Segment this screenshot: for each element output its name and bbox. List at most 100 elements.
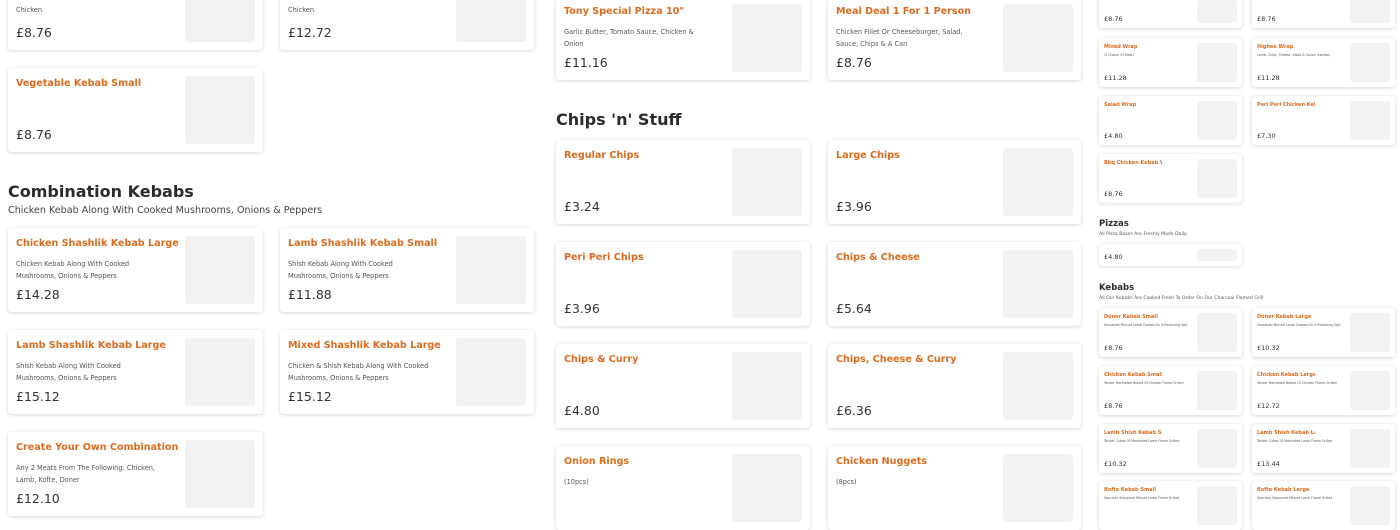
item-description: Any 2 Meats From The Following: Chicken,… bbox=[16, 464, 156, 484]
item-price: £7.30 bbox=[1257, 132, 1276, 140]
menu-item-card[interactable]: Mixed Wrap (2 Choice Of Meat) £11.28 bbox=[1099, 38, 1242, 87]
item-price: £11.28 bbox=[1257, 74, 1280, 82]
menu-item-card[interactable]: £4.80 bbox=[1099, 244, 1242, 266]
menu-item-card[interactable]: Chicken Kebab Small Tender Marinated Bre… bbox=[1099, 366, 1242, 415]
item-description: Tender Marinated Breast Of Chicken Flame… bbox=[1104, 381, 1184, 385]
item-price: £10.32 bbox=[1257, 344, 1280, 352]
item-title: Chips & Curry bbox=[564, 354, 639, 365]
item-price: £14.28 bbox=[16, 287, 60, 302]
menu-item-card[interactable]: Lamb Shish Kebab Small Tender Cubes Of M… bbox=[1099, 424, 1242, 473]
item-description: Chicken Fillet Or Cheeseburger, Salad, S… bbox=[836, 28, 963, 48]
item-title: Kofte Kebab Small bbox=[1104, 487, 1156, 493]
item-image-placeholder bbox=[185, 0, 255, 42]
item-title: Chicken Shashlik Kebab Large bbox=[16, 238, 179, 249]
item-price: £3.24 bbox=[564, 199, 600, 214]
item-price: £15.12 bbox=[288, 389, 332, 404]
item-description: (2 Choice Of Meat) bbox=[1104, 53, 1134, 57]
section-title-chips: Chips 'n' Stuff bbox=[556, 110, 682, 129]
menu-item-card[interactable]: Vegetable Kebab Small £8.76 bbox=[8, 68, 263, 152]
menu-item-card[interactable]: Lamb Shish Kebab Large Tender Cubes Of M… bbox=[1252, 424, 1395, 473]
item-image-placeholder bbox=[1197, 371, 1237, 410]
item-title: Kofte Kebab Large bbox=[1257, 487, 1310, 493]
menu-item-card[interactable]: Kofte Kebab Small Specially Seasoned Min… bbox=[1099, 481, 1242, 530]
menu-item-card[interactable]: £8.76 bbox=[1252, 0, 1395, 28]
item-image-placeholder bbox=[1350, 43, 1390, 82]
item-description: Specially Seasoned Minced Lamb Flame Gri… bbox=[1257, 496, 1333, 500]
menu-item-card[interactable]: £8.76 bbox=[1099, 0, 1242, 28]
item-description: Shish Kebab Along With Cooked Mushrooms,… bbox=[16, 362, 121, 382]
menu-item-card[interactable]: Peri Peri Chicken Kebab Wrap £7.30 bbox=[1252, 96, 1395, 145]
menu-item-card[interactable]: Doner Kebab Small Seasoned Minced Lamb C… bbox=[1099, 308, 1242, 357]
item-description: Seasoned Minced Lamb Cooked On A Revolvi… bbox=[1104, 323, 1188, 327]
menu-item-card[interactable]: Chicken Shashlik Kebab Large Chicken Keb… bbox=[8, 228, 263, 312]
menu-item-card[interactable]: Salad Wrap £4.80 bbox=[1099, 96, 1242, 145]
item-price: £8.76 bbox=[1104, 402, 1123, 410]
item-image-placeholder bbox=[1003, 352, 1073, 420]
section-subtitle: Chicken Kebab Along With Cooked Mushroom… bbox=[8, 205, 323, 216]
item-title: Lamb Shashlik Kebab Large bbox=[16, 340, 166, 351]
item-description: Tender Marinated Breast Of Chicken Flame… bbox=[1257, 381, 1337, 385]
item-description: Chicken & Shish Kebab Along With Cooked … bbox=[288, 362, 429, 382]
menu-item-card[interactable]: Chicken £8.76 bbox=[8, 0, 263, 50]
item-image-placeholder bbox=[1197, 0, 1237, 23]
item-price: £11.28 bbox=[1104, 74, 1127, 82]
item-image-placeholder bbox=[1350, 101, 1390, 140]
item-title: Bbq Chicken Kebab Wrap bbox=[1104, 160, 1162, 166]
item-price: £8.76 bbox=[1104, 190, 1123, 198]
item-title: Lamb Shish Kebab Small bbox=[1104, 430, 1162, 436]
section-title-combination-kebabs: Combination Kebabs bbox=[8, 182, 194, 201]
menu-item-card[interactable]: Large Chips £3.96 bbox=[828, 140, 1081, 224]
menu-item-card[interactable]: Chips & Cheese £5.64 bbox=[828, 242, 1081, 326]
item-image-placeholder bbox=[185, 338, 255, 406]
item-title: Regular Chips bbox=[564, 150, 640, 161]
item-price: £6.36 bbox=[836, 403, 872, 418]
item-image-placeholder bbox=[1197, 429, 1237, 468]
item-image-placeholder bbox=[185, 440, 255, 508]
menu-item-card[interactable]: Chips & Curry £4.80 bbox=[556, 344, 810, 428]
item-image-placeholder bbox=[732, 148, 802, 216]
item-description: Shish Kebab Along With Cooked Mushrooms,… bbox=[288, 260, 393, 280]
menu-item-card[interactable]: Chicken Kebab Large Tender Marinated Bre… bbox=[1252, 366, 1395, 415]
menu-item-card[interactable]: Regular Chips £3.24 bbox=[556, 140, 810, 224]
item-description: Specially Seasoned Minced Lamb Flame Gri… bbox=[1104, 496, 1180, 500]
menu-item-card[interactable]: Mixed Shashlik Kebab Large Chicken & Shi… bbox=[280, 330, 534, 414]
item-image-placeholder bbox=[456, 338, 526, 406]
item-image-placeholder bbox=[732, 4, 802, 72]
menu-item-card[interactable]: Tony Special Pizza 10" Garlic Butter, To… bbox=[556, 0, 810, 80]
menu-item-card[interactable]: Onion Rings (10pcs) bbox=[556, 446, 810, 530]
item-price: £12.10 bbox=[16, 491, 60, 506]
item-title: Onion Rings bbox=[564, 456, 630, 467]
item-image-placeholder bbox=[1003, 148, 1073, 216]
menu-item-card[interactable]: Kofte Kebab Large Specially Seasoned Min… bbox=[1252, 481, 1395, 530]
menu-item-card[interactable]: Lamb Shashlik Kebab Small Shish Kebab Al… bbox=[280, 228, 534, 312]
item-title: Mixed Wrap bbox=[1104, 44, 1138, 50]
menu-item-card[interactable]: Peri Peri Chips £3.96 bbox=[556, 242, 810, 326]
item-price: £8.76 bbox=[1104, 15, 1123, 23]
item-image-placeholder bbox=[1350, 429, 1390, 468]
item-price: £8.76 bbox=[1104, 344, 1123, 352]
menu-item-card[interactable]: Bbq Chicken Kebab Wrap £8.76 bbox=[1099, 154, 1242, 203]
item-title: Meal Deal 1 For 1 Person bbox=[836, 6, 971, 17]
item-title: Doner Kebab Small bbox=[1104, 314, 1158, 320]
item-image-placeholder bbox=[456, 0, 526, 42]
menu-item-card[interactable]: Meal Deal 1 For 1 Person Chicken Fillet … bbox=[828, 0, 1081, 80]
item-image-placeholder bbox=[456, 236, 526, 304]
menu-item-card[interactable]: Create Your Own Combination Any 2 Meats … bbox=[8, 432, 263, 516]
item-price: £4.80 bbox=[1104, 253, 1123, 261]
item-image-placeholder bbox=[1197, 159, 1237, 198]
menu-item-card[interactable]: Chicken £12.72 bbox=[280, 0, 534, 50]
item-title: Chicken Kebab Large bbox=[1257, 372, 1315, 378]
menu-item-card[interactable]: Highee Wrap Lamb, Chips, Cheese, Salad &… bbox=[1252, 38, 1395, 87]
item-image-placeholder bbox=[1197, 43, 1237, 82]
menu-item-card[interactable]: Lamb Shashlik Kebab Large Shish Kebab Al… bbox=[8, 330, 263, 414]
menu-item-card[interactable]: Chicken Nuggets (8pcs) bbox=[828, 446, 1081, 530]
item-price: £8.76 bbox=[16, 127, 52, 142]
item-image-placeholder bbox=[185, 236, 255, 304]
item-price: £5.64 bbox=[836, 301, 872, 316]
item-price: £8.76 bbox=[1257, 15, 1276, 23]
item-price: £3.96 bbox=[564, 301, 600, 316]
item-image-placeholder bbox=[1350, 486, 1390, 525]
item-price: £12.72 bbox=[288, 25, 332, 40]
menu-item-card[interactable]: Chips, Cheese & Curry £6.36 bbox=[828, 344, 1081, 428]
menu-item-card[interactable]: Doner Kebab Large Seasoned Minced Lamb C… bbox=[1252, 308, 1395, 357]
